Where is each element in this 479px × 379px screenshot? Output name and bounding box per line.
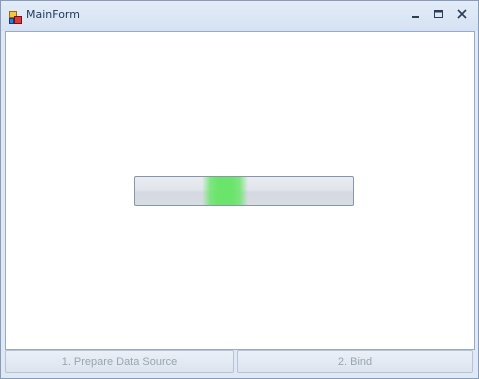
button-bar: 1. Prepare Data Source 2. Bind [5, 350, 475, 375]
bind-button[interactable]: 2. Bind [237, 350, 473, 373]
close-icon [457, 9, 467, 19]
client-area [5, 31, 475, 350]
minimize-button[interactable] [405, 5, 427, 23]
close-button[interactable] [451, 5, 473, 23]
maximize-button[interactable] [428, 5, 450, 23]
app-window-icon [9, 9, 22, 24]
main-window: MainForm 1. Prepare Data Source 2. Bind [0, 0, 479, 379]
title-bar[interactable]: MainForm [1, 1, 478, 31]
window-title: MainForm [26, 8, 80, 21]
prepare-data-source-button[interactable]: 1. Prepare Data Source [5, 350, 234, 373]
marquee-progress-block [202, 177, 248, 205]
maximize-icon [434, 10, 443, 18]
minimize-icon [412, 16, 419, 18]
marquee-progress-bar [134, 176, 354, 206]
